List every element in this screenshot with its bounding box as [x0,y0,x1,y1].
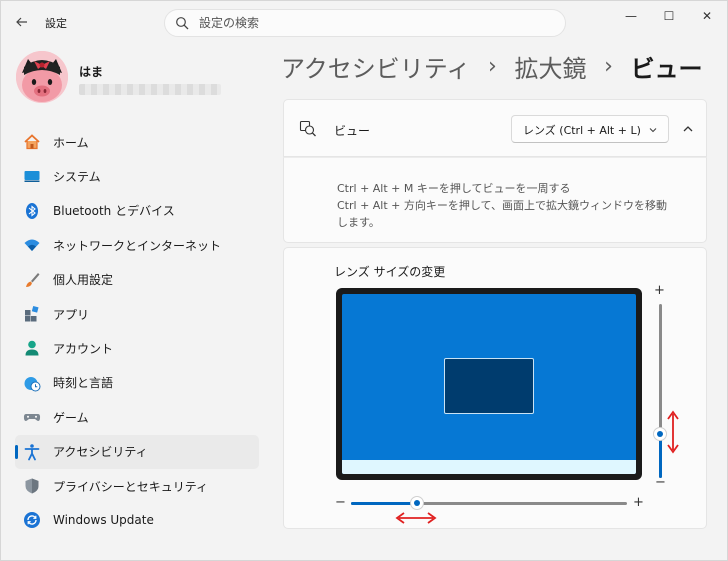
sidebar-item-label: システム [53,170,101,185]
system-icon [24,171,40,183]
breadcrumb: アクセシビリティ › 拡大鏡 › ビュー [281,49,703,85]
sidebar-item-label: アプリ [53,307,90,322]
sidebar-item-label: ネットワークとインターネット [53,238,222,253]
height-increase-button[interactable]: + [654,284,665,298]
height-slider-thumb[interactable] [653,427,667,441]
monitor-preview [336,288,642,480]
taskbar-preview [342,460,636,474]
user-email-redacted [79,84,221,95]
page-title: ビュー [630,55,703,83]
sidebar-item-personalization[interactable]: 個人用設定 [15,263,259,297]
back-button[interactable] [11,11,33,33]
sidebar-item-label: Bluetooth とデバイス [53,204,175,219]
sidebar-item-home[interactable]: ホーム [15,125,259,159]
sidebar-item-network[interactable]: ネットワークとインターネット [15,228,259,262]
width-increase-button[interactable]: + [633,496,644,510]
view-setting-card: ビュー レンズ (Ctrl + Alt + L) [283,99,707,157]
horizontal-resize-arrow-icon [395,512,437,524]
description-line: Ctrl + Alt + M キーを押してビューを一周する [337,182,571,195]
sidebar-item-label: ゲーム [53,410,89,425]
sidebar-item-windows-update[interactable]: Windows Update [15,503,259,537]
description-line: します。 [337,216,380,229]
breadcrumb-separator: › [488,54,497,79]
sidebar-item-time-language[interactable]: 時刻と言語 [15,366,259,400]
close-button[interactable]: ✕ [691,5,723,27]
gamepad-icon [23,414,41,422]
width-slider-fill [351,502,417,505]
sidebar-item-apps[interactable]: アプリ [15,297,259,331]
magnifier-view-icon [299,120,316,137]
apps-icon [25,305,39,322]
sidebar-nav: ホーム システム Bluetooth とデバイス ネットワークとインターネット [15,125,259,538]
user-name: はま [79,65,104,79]
settings-window: 設定 — ☐ ✕ はま [0,0,728,561]
lens-preview [444,358,534,414]
title-bar: 設定 — ☐ ✕ [1,1,727,41]
back-arrow-icon [16,17,27,27]
sidebar-item-accounts[interactable]: アカウント [15,331,259,365]
pig-avatar-icon [16,51,68,103]
breadcrumb-magnifier-link[interactable]: 拡大鏡 [514,49,586,84]
chevron-down-icon [649,128,657,133]
sidebar-item-label: アカウント [53,342,114,357]
search-box[interactable] [164,9,566,37]
accessibility-icon [24,443,40,460]
screen-preview [342,294,636,474]
sidebar-item-label: 時刻と言語 [53,376,114,391]
update-icon [24,512,40,529]
active-indicator [15,444,18,459]
sidebar-item-label: ホーム [53,135,89,150]
width-decrease-button[interactable]: − [335,496,346,510]
avatar[interactable] [16,51,68,103]
sidebar-item-label: Windows Update [53,513,154,528]
sidebar-item-privacy[interactable]: プライバシーとセキュリティ [15,469,259,503]
collapse-button[interactable] [678,119,698,139]
sidebar-item-label: アクセシビリティ [53,445,148,460]
sidebar-item-accessibility[interactable]: アクセシビリティ [15,434,259,469]
chevron-up-icon [683,126,693,132]
sidebar-item-label: プライバシーとセキュリティ [53,479,209,494]
view-label: ビュー [334,124,371,138]
wifi-icon [24,239,40,252]
height-decrease-button[interactable]: − [655,476,666,490]
sidebar-item-system[interactable]: システム [15,159,259,193]
brush-icon [26,272,40,287]
account-icon [25,341,39,356]
breadcrumb-separator: › [604,54,613,79]
lens-size-title: レンズ サイズの変更 [334,265,446,279]
search-input[interactable] [199,14,549,32]
lens-size-card: レンズ サイズの変更 + − − + [283,247,707,529]
sidebar-item-gaming[interactable]: ゲーム [15,400,259,434]
view-mode-value: レンズ (Ctrl + Alt + L) [523,124,641,137]
view-description-panel: Ctrl + Alt + M キーを押してビューを一周する Ctrl + Alt… [283,157,707,243]
breadcrumb-accessibility-link[interactable]: アクセシビリティ [281,49,470,84]
width-slider-thumb[interactable] [410,496,424,510]
view-mode-dropdown[interactable]: レンズ (Ctrl + Alt + L) [511,115,669,143]
vertical-resize-arrow-icon [667,410,679,454]
search-icon [176,17,189,30]
sidebar-item-bluetooth[interactable]: Bluetooth とデバイス [15,194,259,228]
maximize-button[interactable]: ☐ [653,5,685,27]
minimize-button[interactable]: — [615,5,647,27]
description-line: Ctrl + Alt + 方向キーを押して、画面上で拡大鏡ウィンドウを移動 [337,199,668,212]
home-icon [24,134,40,150]
sidebar-item-label: 個人用設定 [53,273,114,288]
app-title: 設定 [45,17,67,30]
bluetooth-icon [26,202,38,219]
shield-icon [25,478,39,494]
clock-globe-icon [24,376,41,392]
